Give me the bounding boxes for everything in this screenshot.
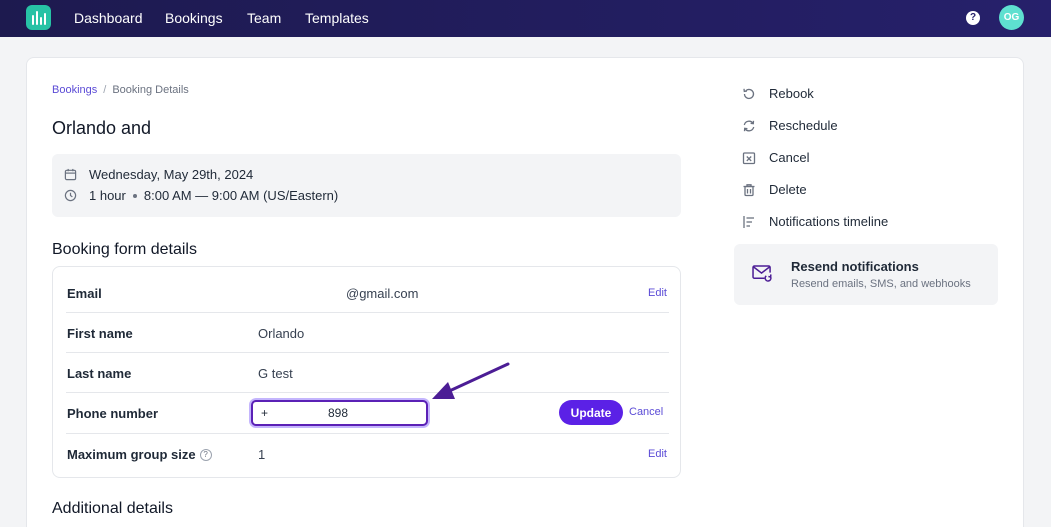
cancel-calendar-icon <box>742 151 756 164</box>
cancel-booking-action[interactable]: Cancel <box>742 150 809 165</box>
reschedule-action[interactable]: Reschedule <box>742 118 838 133</box>
email-value: @gmail.com <box>346 286 419 301</box>
mail-resend-icon <box>752 265 772 282</box>
booking-date: Wednesday, May 29th, 2024 <box>89 167 254 182</box>
booking-form-details: Email @gmail.com Edit First name Orlando… <box>52 266 681 478</box>
first-name-row: First name Orlando <box>66 313 669 353</box>
group-size-label-text: Maximum group size <box>67 447 196 462</box>
group-size-value: 1 <box>258 447 266 462</box>
cancel-booking-label: Cancel <box>769 150 810 165</box>
last-name-value: G test <box>258 366 293 381</box>
group-size-row: Maximum group size? 1 Edit <box>66 434 669 474</box>
breadcrumb-bookings-link[interactable]: Bookings <box>52 84 97 96</box>
clock-icon <box>64 189 77 202</box>
calendar-icon <box>64 168 77 181</box>
email-edit-link[interactable]: Edit <box>648 287 667 299</box>
update-button[interactable]: Update <box>559 400 623 425</box>
reschedule-label: Reschedule <box>769 118 838 133</box>
delete-label: Delete <box>769 182 807 197</box>
nav-dashboard[interactable]: Dashboard <box>74 10 143 26</box>
nav-templates[interactable]: Templates <box>305 10 369 26</box>
booking-form-section-title: Booking form details <box>52 241 197 258</box>
resend-notifications-title: Resend notifications <box>791 259 919 274</box>
group-size-edit-link[interactable]: Edit <box>648 448 667 460</box>
phone-label: Phone number <box>67 406 159 421</box>
resend-notifications-card[interactable]: Resend notifications Resend emails, SMS,… <box>734 244 998 305</box>
cancel-edit-link[interactable]: Cancel <box>629 406 663 418</box>
avatar[interactable]: OG <box>999 5 1024 30</box>
group-size-label: Maximum group size? <box>67 447 212 462</box>
date-row: Wednesday, May 29th, 2024 <box>64 167 253 182</box>
rebook-action[interactable]: Rebook <box>742 86 814 101</box>
time-row: 1 hour 8:00 AM — 9:00 AM (US/Eastern) <box>64 188 338 203</box>
reschedule-icon <box>743 120 755 131</box>
breadcrumb-current: Booking Details <box>112 84 189 96</box>
breadcrumb: Bookings / Booking Details <box>52 84 189 96</box>
additional-details-section-title: Additional details <box>52 500 173 517</box>
booking-duration: 1 hour <box>89 188 126 203</box>
notifications-timeline-label: Notifications timeline <box>769 214 889 229</box>
phone-number-value: 898 <box>328 406 349 420</box>
top-nav: Dashboard Bookings Team Templates ? OG <box>0 0 1051 37</box>
nav-team[interactable]: Team <box>247 10 281 26</box>
notifications-timeline-action[interactable]: Notifications timeline <box>742 214 888 229</box>
app-logo[interactable] <box>26 5 51 30</box>
email-label: Email <box>67 286 102 301</box>
rebook-label: Rebook <box>769 86 814 101</box>
delete-action[interactable]: Delete <box>742 182 807 197</box>
last-name-row: Last name G test <box>66 353 669 393</box>
trash-icon <box>743 183 755 196</box>
first-name-label: First name <box>67 326 133 341</box>
last-name-label: Last name <box>67 366 132 381</box>
booking-summary: Wednesday, May 29th, 2024 1 hour 8:00 AM… <box>52 154 681 217</box>
separator-dot <box>132 193 137 198</box>
phone-row: Phone number 898 Update Cancel <box>66 393 669 434</box>
timeline-icon <box>743 215 754 228</box>
first-name-value: Orlando <box>258 326 305 341</box>
rebook-icon <box>743 88 755 99</box>
email-row: Email @gmail.com Edit <box>66 273 669 313</box>
page-title: Orlando and <box>52 118 152 138</box>
question-icon[interactable]: ? <box>199 448 212 461</box>
breadcrumb-separator: / <box>103 84 107 96</box>
nav-bookings[interactable]: Bookings <box>165 10 223 26</box>
resend-notifications-subtitle: Resend emails, SMS, and webhooks <box>791 278 971 290</box>
help-icon[interactable]: ? <box>966 11 980 25</box>
booking-time: 8:00 AM — 9:00 AM (US/Eastern) <box>143 188 339 203</box>
